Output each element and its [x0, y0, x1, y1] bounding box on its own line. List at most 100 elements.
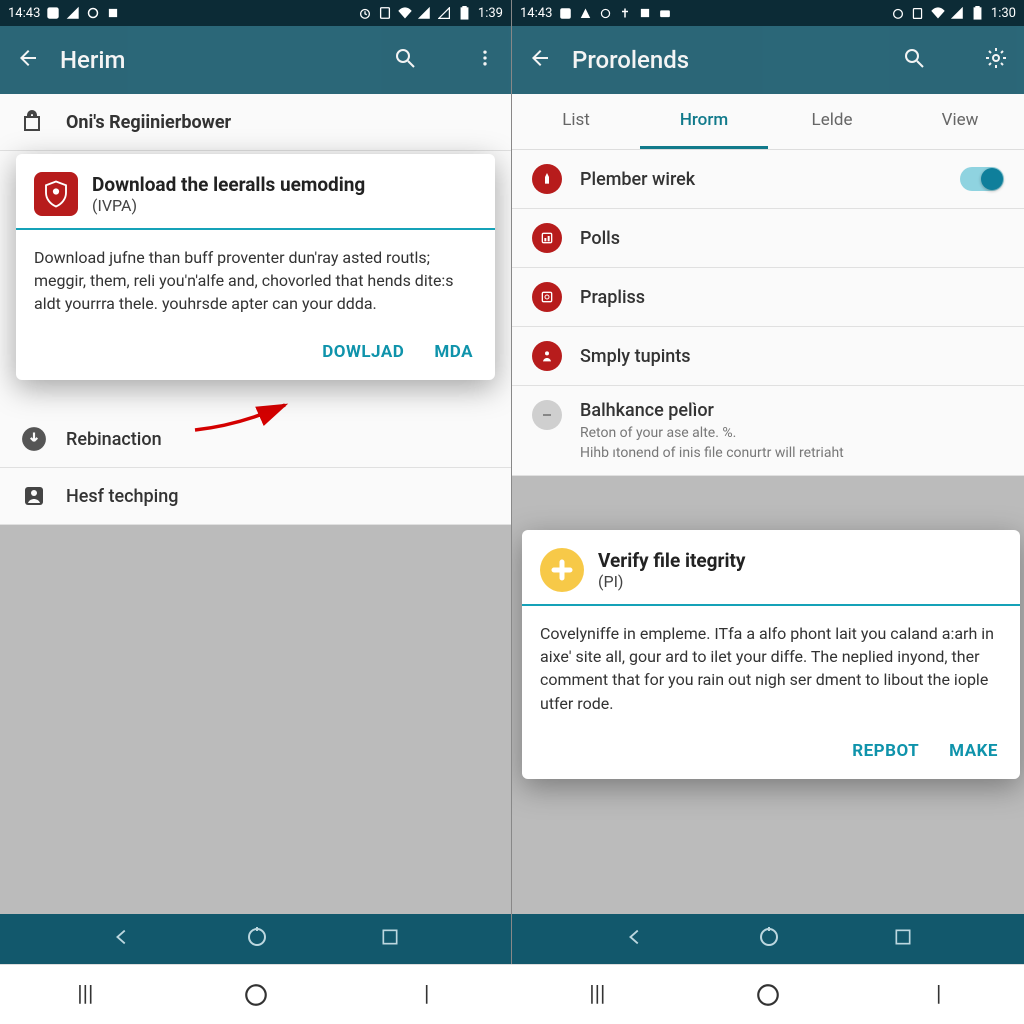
dialog-body: Covelyniffe in empleme. ITfa a alfo phon… [522, 606, 1020, 731]
dialog-button-make[interactable]: MAKE [949, 741, 998, 761]
device-recent-icon[interactable]: ||| [71, 981, 99, 1009]
soft-nav-bar [512, 914, 1024, 964]
status-icon [618, 6, 632, 20]
dialog-button-report[interactable]: REPBOT [852, 741, 919, 761]
dialog-subtitle: (IVPA) [92, 196, 365, 215]
header-row[interactable]: Oni's Regiinierbower [0, 94, 511, 151]
signal-icon [418, 6, 432, 20]
nav-home-icon[interactable] [757, 925, 781, 953]
polls-icon [532, 223, 562, 253]
status-time-left: 14:43 [8, 6, 40, 21]
download-dialog: Download the leeralls uemoding (IVPA) Do… [16, 154, 495, 380]
dialog-title: Download the leeralls uemoding [92, 173, 365, 197]
status-icon [578, 6, 592, 20]
status-time-right: 1:39 [478, 6, 503, 21]
dialog-title: Verify file itegrity [598, 549, 746, 573]
left-phone: 14:43 1:39 Herim Oni's Regiinierbower [0, 0, 512, 964]
tab-lelde[interactable]: Lelde [768, 94, 896, 149]
row-label: Prapliss [580, 287, 1004, 308]
device-back-icon[interactable]: | [925, 981, 953, 1009]
battery-icon [458, 6, 472, 20]
member-icon [532, 164, 562, 194]
device-nav-bar: ||| | ||| | [0, 964, 1024, 1024]
status-icon [598, 6, 612, 20]
dialog-button-secondary[interactable]: MDA [434, 342, 473, 362]
status-icon [911, 6, 925, 20]
list-row[interactable]: Rebinaction [0, 411, 511, 468]
app-bar: Herim [0, 26, 511, 94]
nav-back-icon[interactable] [111, 926, 133, 952]
dialog-button-download[interactable]: DOWLJAD [322, 342, 404, 362]
dialog-subtitle: (PI) [598, 572, 746, 591]
gear-icon[interactable] [984, 46, 1008, 74]
dialog-star-icon [540, 548, 584, 592]
nav-recent-icon[interactable] [893, 927, 913, 951]
row-label: Polls [580, 228, 1004, 249]
soft-nav-bar [0, 914, 511, 964]
overflow-icon[interactable] [475, 46, 495, 74]
row-label: Hesf techping [66, 486, 491, 507]
status-bar: 14:43 1:39 [0, 0, 511, 26]
status-icon [106, 6, 120, 20]
status-icon [378, 6, 392, 20]
nav-back-icon[interactable] [624, 926, 646, 952]
dialog-app-icon [34, 172, 78, 216]
alarm-icon [358, 6, 372, 20]
content-list: Plember wirek Polls Prapliss Smply tupin… [512, 150, 1024, 476]
wifi-icon [398, 6, 412, 20]
battery-icon [971, 6, 985, 20]
row-label: Plember wirek [580, 169, 942, 190]
list-row[interactable]: Hesf techping [0, 468, 511, 525]
row-label: Smply tupints [580, 346, 1004, 367]
list-row[interactable]: Smply tupints [512, 327, 1024, 386]
status-icon [66, 6, 80, 20]
right-phone: 14:43 1:30 Prorolends List Hrorm Lelde V… [512, 0, 1024, 964]
row-subtext: Reton of your ase alte. %. [580, 425, 1004, 441]
status-bar: 14:43 1:30 [512, 0, 1024, 26]
status-icon [86, 6, 100, 20]
signal-icon [438, 6, 452, 20]
status-time-right: 1:30 [991, 6, 1016, 21]
dialog-body: Download jufne than buff proventer dun'r… [16, 230, 495, 332]
status-time-left: 14:43 [520, 6, 552, 21]
row-label: Rebinaction [66, 429, 491, 450]
signal-icon [951, 6, 965, 20]
row-subtext: Hihb ıtonend of inis file conurtr will r… [580, 445, 1004, 461]
app-title: Prorolends [572, 46, 882, 74]
nav-home-icon[interactable] [245, 925, 269, 953]
list-row[interactable]: Polls [512, 209, 1024, 268]
list-row[interactable]: Plember wirek [512, 150, 1024, 209]
download-circle-icon [20, 425, 48, 453]
tab-view[interactable]: View [896, 94, 1024, 149]
verify-dialog: Verify file itegrity (PI) Covelyniffe in… [522, 530, 1020, 779]
status-icon [658, 6, 672, 20]
minus-icon [532, 400, 562, 430]
device-recent-icon[interactable]: ||| [583, 981, 611, 1009]
bag-icon [20, 108, 48, 136]
app-title: Herim [60, 46, 373, 74]
list-row[interactable]: Balhkance pelìor Reton of your ase alte.… [512, 386, 1024, 476]
row-label: Oni's Regiinierbower [66, 112, 491, 133]
app-bar: Prorolends [512, 26, 1024, 94]
status-icon [558, 6, 572, 20]
row-label: Balhkance pelìor [580, 400, 1004, 421]
scale-icon [532, 282, 562, 312]
wifi-icon [931, 6, 945, 20]
toggle-switch[interactable] [960, 167, 1004, 191]
person-icon [532, 341, 562, 371]
back-icon[interactable] [16, 46, 40, 74]
device-home-icon[interactable] [754, 981, 782, 1009]
device-home-icon[interactable] [242, 981, 270, 1009]
tab-bar: List Hrorm Lelde View [512, 94, 1024, 150]
status-icon [638, 6, 652, 20]
tab-hrorm[interactable]: Hrorm [640, 94, 768, 149]
nav-recent-icon[interactable] [380, 927, 400, 951]
list-row[interactable]: Prapliss [512, 268, 1024, 327]
status-icon [46, 6, 60, 20]
device-back-icon[interactable]: | [413, 981, 441, 1009]
account-icon [20, 482, 48, 510]
back-icon[interactable] [528, 46, 552, 74]
search-icon[interactable] [902, 46, 926, 74]
tab-list[interactable]: List [512, 94, 640, 149]
search-icon[interactable] [393, 46, 417, 74]
